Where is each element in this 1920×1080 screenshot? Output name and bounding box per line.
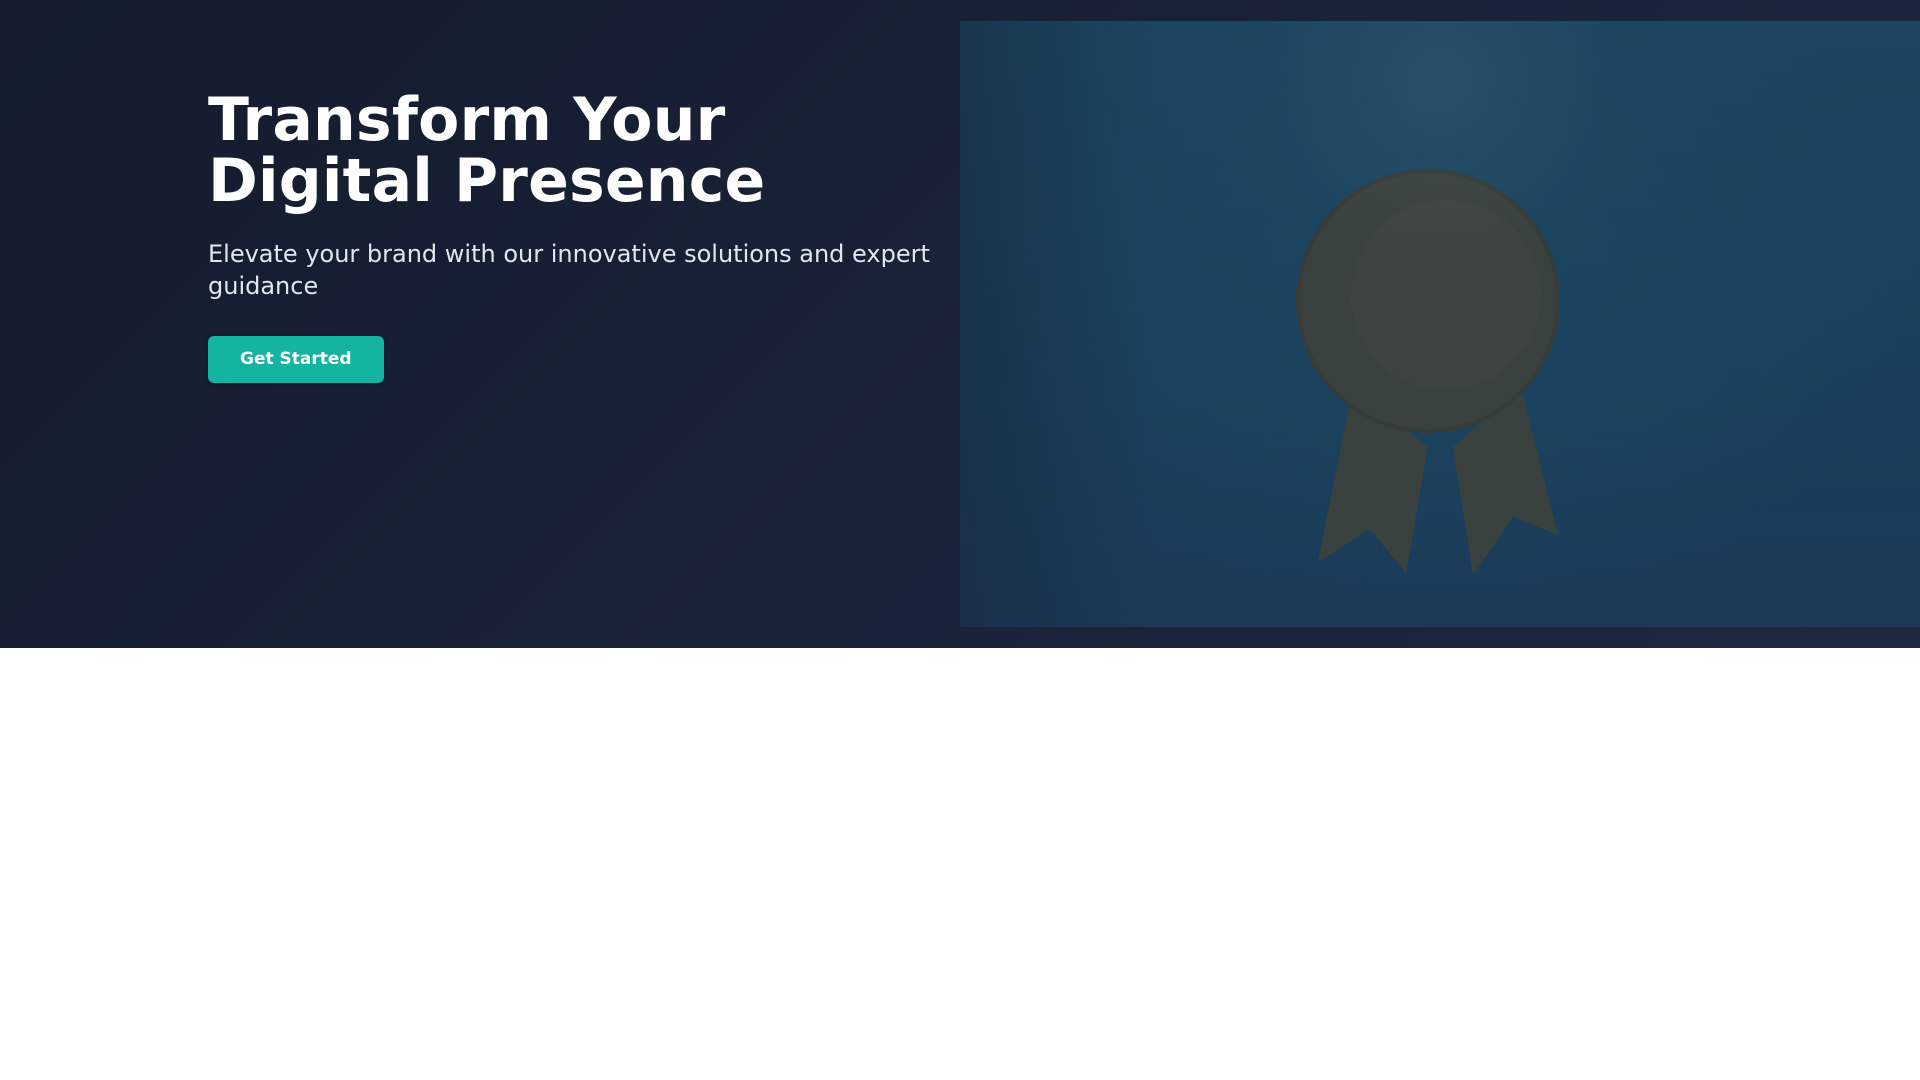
award-ribbon-icon xyxy=(1296,169,1560,575)
hero-title: Transform Your Digital Presence xyxy=(208,85,766,216)
get-started-button[interactable]: Get Started xyxy=(208,336,384,383)
hero-image xyxy=(960,21,1920,627)
hero-subtitle: Elevate your brand with our innovative s… xyxy=(208,240,930,300)
hero-section: Transform Your Digital Presence Elevate … xyxy=(0,0,1920,648)
landing-page: Transform Your Digital Presence Elevate … xyxy=(0,0,1920,1080)
hero-content: Transform Your Digital Presence Elevate … xyxy=(208,90,948,383)
